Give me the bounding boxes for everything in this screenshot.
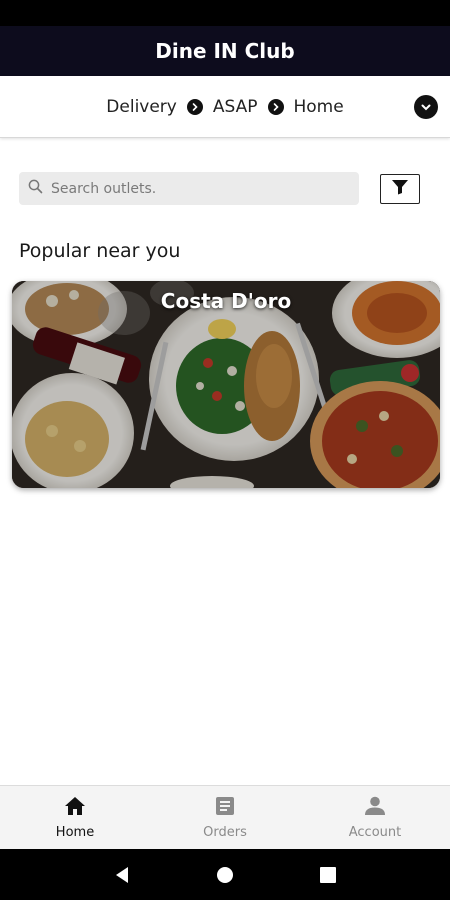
delivery-address-label[interactable]: Home — [294, 97, 344, 117]
orders-icon — [215, 796, 235, 820]
nav-home[interactable]: Home — [0, 786, 150, 849]
home-circle-icon[interactable] — [213, 863, 237, 887]
app-title: Dine IN Club — [155, 39, 295, 63]
delivery-time-label[interactable]: ASAP — [213, 97, 258, 117]
back-icon[interactable] — [110, 863, 134, 887]
filter-button[interactable] — [380, 174, 420, 204]
chevron-down-icon[interactable] — [414, 95, 438, 119]
breadcrumb: Delivery ASAP Home — [106, 97, 343, 117]
nav-account-label: Account — [348, 824, 402, 840]
search-input[interactable] — [51, 180, 331, 197]
system-navigation-bar — [0, 849, 450, 900]
nav-home-label: Home — [55, 824, 95, 840]
chevron-right-icon — [267, 98, 284, 115]
filter-icon — [391, 179, 409, 199]
home-icon — [64, 796, 86, 820]
order-context-bar[interactable]: Delivery ASAP Home — [0, 76, 450, 138]
bottom-navigation: Home Orders Account — [0, 785, 450, 849]
nav-orders-label: Orders — [203, 824, 247, 840]
search-bar[interactable] — [19, 172, 359, 205]
delivery-mode-label[interactable]: Delivery — [106, 97, 177, 117]
status-bar — [0, 0, 450, 26]
app-bar: Dine IN Club — [0, 26, 450, 76]
outlet-name: Costa D'oro — [160, 289, 292, 313]
outlet-card[interactable]: Costa D'oro — [12, 281, 440, 488]
recents-icon[interactable] — [316, 863, 340, 887]
nav-account[interactable]: Account — [300, 786, 450, 849]
account-icon — [364, 796, 386, 820]
nav-orders[interactable]: Orders — [150, 786, 300, 849]
search-icon — [28, 179, 43, 198]
chevron-right-icon — [186, 98, 203, 115]
section-title: Popular near you — [19, 240, 181, 262]
